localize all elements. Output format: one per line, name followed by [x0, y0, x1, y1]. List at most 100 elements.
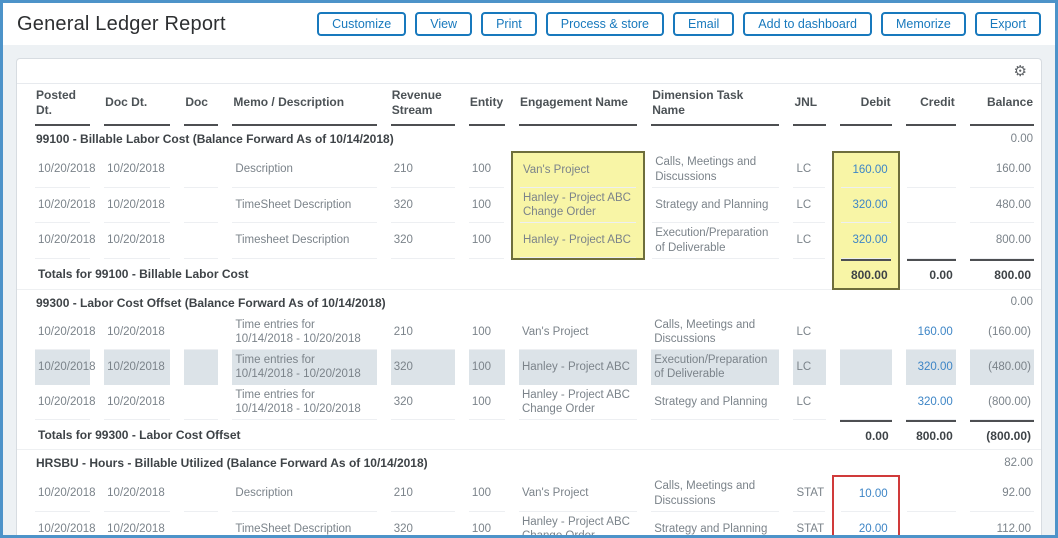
cell-memo: TimeSheet Description	[225, 512, 383, 535]
cell-task: Calls, Meetings and Discussions	[644, 315, 786, 350]
totals-row: Totals for 99300 - Labor Cost Offset 0.0…	[17, 420, 1041, 450]
cell-doc-dt: 10/20/2018	[97, 385, 177, 420]
cell-entity: 100	[462, 188, 512, 223]
cell-memo: Timesheet Description	[225, 223, 383, 259]
cell-debit-highlighted: 320.00	[831, 223, 900, 259]
table-header-row: Posted Dt. Doc Dt. Doc Memo / Descriptio…	[17, 84, 1041, 126]
process-store-button[interactable]: Process & store	[545, 11, 665, 37]
cell-revenue-stream: 210	[384, 476, 462, 512]
cell-posted-dt: 10/20/2018	[17, 476, 97, 512]
export-button[interactable]: Export	[974, 11, 1041, 37]
table-row: 10/20/2018 10/20/2018 Time entries for 1…	[17, 385, 1041, 420]
cell-revenue-stream: 210	[384, 315, 462, 350]
cell-debit	[833, 315, 899, 350]
totals-label: Totals for 99100 - Billable Labor Cost	[38, 267, 249, 282]
report-header: General Ledger Report Customize View Pri…	[3, 3, 1055, 45]
balance-forward-value: 0.00	[1010, 133, 1033, 145]
balance-forward-value: 82.00	[1004, 457, 1033, 469]
cell-memo: Time entries for 10/14/2018 - 10/20/2018	[225, 385, 383, 420]
cell-jnl: LC	[786, 385, 832, 420]
cell-balance: 160.00	[963, 152, 1041, 188]
cell-engagement: Van's Project	[512, 476, 644, 512]
cell-doc-dt: 10/20/2018	[97, 512, 177, 535]
customize-button[interactable]: Customize	[317, 11, 407, 37]
table-row: 10/20/2018 10/20/2018 Time entries for 1…	[17, 315, 1041, 350]
cell-entity: 100	[462, 476, 512, 512]
cell-engagement-highlighted: Van's Project	[510, 151, 646, 188]
cell-total-debit-highlighted: 800.00	[831, 259, 900, 290]
cell-engagement: Hanley - Project ABC Change Order	[512, 512, 644, 535]
cell-doc-dt: 10/20/2018	[97, 315, 177, 350]
cell-credit	[899, 223, 963, 259]
cell-memo: Description	[225, 476, 383, 512]
cell-posted-dt: 10/20/2018	[17, 315, 97, 350]
col-doc: Doc	[177, 84, 225, 126]
cell-task: Execution/Preparation of Deliverable	[644, 350, 786, 385]
cell-credit	[899, 512, 963, 535]
cell-doc	[177, 350, 225, 385]
cell-jnl: LC	[786, 223, 832, 259]
cell-posted-dt: 10/20/2018	[17, 152, 97, 188]
cell-doc-dt: 10/20/2018	[97, 188, 177, 223]
cell-task: Execution/Preparation of Deliverable	[644, 223, 786, 259]
cell-jnl: LC	[786, 188, 832, 223]
toolbar: Customize View Print Process & store Ema…	[317, 11, 1041, 37]
memorize-button[interactable]: Memorize	[880, 11, 966, 37]
col-dimension-task-name: Dimension Task Name	[644, 84, 786, 126]
balance-forward-value: 0.00	[1010, 296, 1033, 309]
totals-label: Totals for 99300 - Labor Cost Offset	[38, 427, 241, 442]
cell-debit-annotated: 20.00	[831, 512, 900, 535]
cell-revenue-stream: 320	[384, 512, 462, 535]
cell-credit: 160.00	[899, 315, 963, 350]
cell-memo: Description	[225, 152, 383, 188]
section-header-row: 99100 - Billable Labor Cost (Balance For…	[17, 126, 1041, 152]
cell-task: Calls, Meetings and Discussions	[644, 476, 786, 512]
cell-engagement: Hanley - Project ABC	[512, 350, 644, 385]
cell-doc-dt: 10/20/2018	[97, 350, 177, 385]
cell-revenue-stream: 320	[384, 188, 462, 223]
email-button[interactable]: Email	[673, 11, 735, 37]
view-button[interactable]: View	[415, 11, 473, 37]
table-row: 10/20/2018 10/20/2018 TimeSheet Descript…	[17, 188, 1041, 223]
cell-entity: 100	[462, 223, 512, 259]
print-button[interactable]: Print	[481, 11, 537, 37]
cell-doc	[177, 188, 225, 223]
cell-debit-annotated: 10.00	[831, 475, 900, 512]
cell-doc	[177, 512, 225, 535]
cell-credit	[899, 188, 963, 223]
cell-total-debit: 0.00	[832, 420, 899, 450]
table-settings-row: ⚙	[17, 59, 1041, 84]
cell-revenue-stream: 320	[384, 223, 462, 259]
col-balance: Balance	[963, 84, 1041, 126]
cell-balance: (480.00)	[963, 350, 1041, 385]
cell-task: Calls, Meetings and Discussions	[644, 152, 786, 188]
col-debit: Debit	[833, 84, 899, 126]
cell-balance: (800.00)	[963, 385, 1041, 420]
cell-doc	[177, 315, 225, 350]
col-credit: Credit	[899, 84, 963, 126]
ledger-table: Posted Dt. Doc Dt. Doc Memo / Descriptio…	[17, 84, 1041, 535]
gear-icon[interactable]: ⚙	[1014, 63, 1027, 80]
cell-jnl: LC	[786, 315, 832, 350]
cell-total-balance: (800.00)	[962, 420, 1041, 450]
report-content-area: ⚙ Posted Dt. Doc Dt. Doc Memo / Descript…	[3, 45, 1055, 535]
cell-doc	[177, 476, 225, 512]
col-jnl: JNL	[786, 84, 832, 126]
section-title: 99300 - Labor Cost Offset (Balance Forwa…	[36, 295, 386, 310]
cell-entity: 100	[462, 512, 512, 535]
cell-memo: TimeSheet Description	[225, 188, 383, 223]
add-to-dashboard-button[interactable]: Add to dashboard	[743, 11, 872, 37]
section-header-row: 99300 - Labor Cost Offset (Balance Forwa…	[17, 289, 1041, 315]
cell-balance: (160.00)	[963, 315, 1041, 350]
cell-credit: 320.00	[899, 350, 963, 385]
cell-debit	[833, 350, 899, 385]
table-row: 10/20/2018 10/20/2018 TimeSheet Descript…	[17, 512, 1041, 535]
cell-doc-dt: 10/20/2018	[97, 152, 177, 188]
cell-task: Strategy and Planning	[644, 188, 786, 223]
section-header-row: HRSBU - Hours - Billable Utilized (Balan…	[17, 450, 1041, 477]
cell-posted-dt: 10/20/2018	[17, 385, 97, 420]
cell-posted-dt: 10/20/2018	[17, 350, 97, 385]
cell-revenue-stream: 320	[384, 385, 462, 420]
cell-engagement-highlighted: Hanley - Project ABC Change Order	[510, 188, 646, 223]
cell-jnl: LC	[786, 350, 832, 385]
